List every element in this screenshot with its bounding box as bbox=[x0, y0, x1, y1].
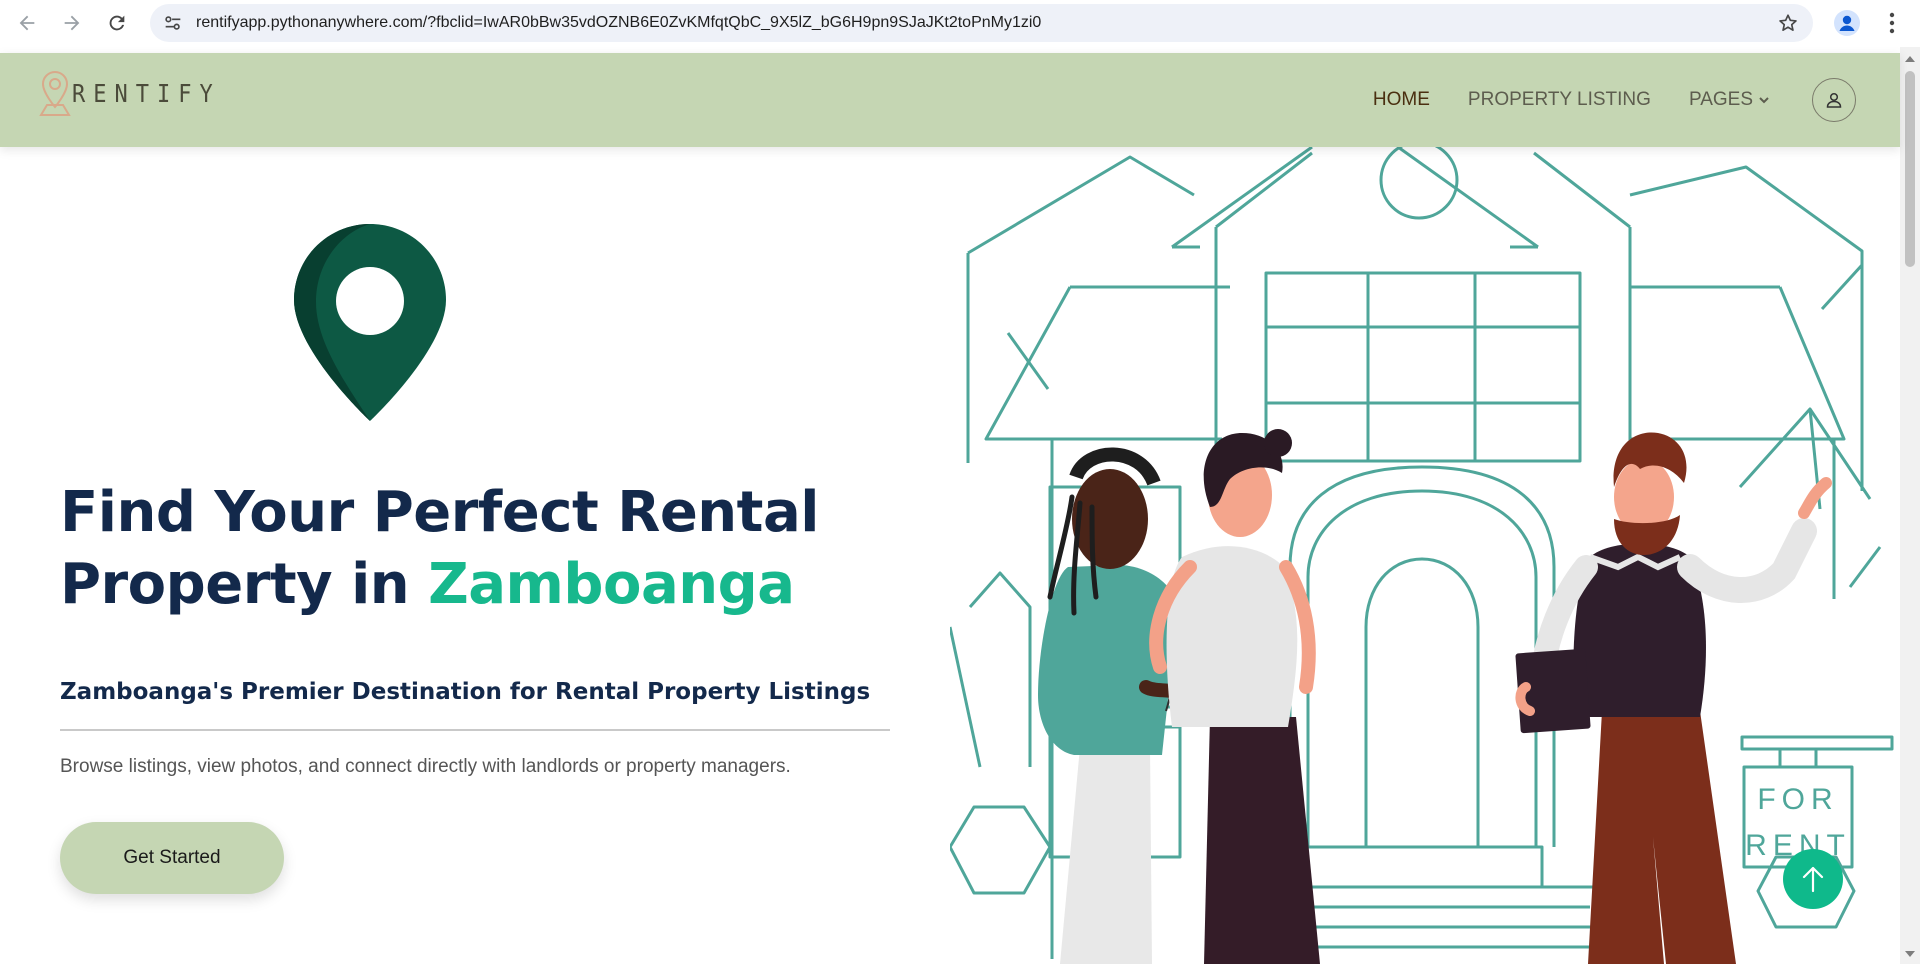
back-button[interactable] bbox=[12, 8, 42, 38]
hero-subtitle: Zamboanga's Premier Destination for Rent… bbox=[60, 679, 871, 705]
get-started-button[interactable]: Get Started bbox=[60, 822, 284, 894]
arrow-up-icon bbox=[1802, 866, 1824, 893]
nav-home-label: HOME bbox=[1372, 89, 1430, 110]
chevron-down-icon bbox=[1759, 97, 1769, 104]
nav-pages-dropdown[interactable]: PAGES bbox=[1689, 89, 1770, 111]
hero-title-accent: Zamboanga bbox=[428, 552, 795, 617]
map-pin-logo-icon bbox=[39, 70, 71, 116]
reload-button[interactable] bbox=[102, 8, 132, 38]
site-header: RENTIFY HOME PROPERTY LISTING PAGES bbox=[0, 53, 1900, 147]
browser-toolbar: rentifyapp.pythonanywhere.com/?fbclid=Iw… bbox=[0, 0, 1920, 47]
page-viewport: RENTIFY HOME PROPERTY LISTING PAGES Find… bbox=[0, 47, 1920, 964]
forward-button[interactable] bbox=[57, 8, 87, 38]
nav-property-listing[interactable]: PROPERTY LISTING bbox=[1468, 89, 1651, 111]
url-text[interactable]: rentifyapp.pythonanywhere.com/?fbclid=Iw… bbox=[196, 14, 1041, 32]
hero-title-line1: Find Your Perfect Rental bbox=[60, 480, 819, 545]
nav-pages-label: PAGES bbox=[1688, 89, 1753, 110]
address-bar[interactable]: rentifyapp.pythonanywhere.com/?fbclid=Iw… bbox=[150, 4, 1813, 42]
page-scrollbar[interactable] bbox=[1900, 47, 1920, 964]
back-arrow-icon bbox=[19, 15, 35, 31]
house-people-illustration: FOR RENT bbox=[950, 147, 1894, 964]
nav-property-listing-label: PROPERTY LISTING bbox=[1467, 89, 1651, 110]
location-pin-icon bbox=[294, 224, 446, 421]
scrollbar-thumb[interactable] bbox=[1905, 71, 1915, 267]
user-account-button[interactable] bbox=[1812, 78, 1856, 122]
person-man-right bbox=[1515, 432, 1832, 964]
brand-name: RENTIFY bbox=[72, 79, 221, 109]
person-woman-left bbox=[1038, 447, 1193, 964]
main-nav: HOME PROPERTY LISTING PAGES bbox=[1373, 53, 1900, 147]
profile-icon[interactable] bbox=[1834, 10, 1860, 36]
back-to-top-button[interactable] bbox=[1783, 849, 1843, 909]
forward-arrow-icon bbox=[64, 15, 80, 31]
nav-home[interactable]: HOME bbox=[1373, 89, 1430, 111]
hero-title-line2: Property in bbox=[60, 552, 429, 617]
scroll-up-arrow-icon[interactable] bbox=[1905, 55, 1915, 63]
hero-description: Browse listings, view photos, and connec… bbox=[60, 756, 791, 777]
reload-icon bbox=[109, 15, 125, 31]
sign-text-for: FOR bbox=[1757, 783, 1838, 816]
scroll-down-arrow-icon[interactable] bbox=[1905, 950, 1915, 958]
brand-logo[interactable]: RENTIFY bbox=[38, 67, 221, 121]
hero-divider bbox=[60, 729, 890, 731]
user-icon bbox=[1826, 92, 1842, 108]
more-vert-icon[interactable] bbox=[1881, 10, 1903, 36]
hero-title: Find Your Perfect Rental Property in Zam… bbox=[60, 477, 940, 621]
site-info-icon[interactable] bbox=[162, 12, 184, 34]
bookmark-star-icon[interactable] bbox=[1777, 12, 1799, 34]
